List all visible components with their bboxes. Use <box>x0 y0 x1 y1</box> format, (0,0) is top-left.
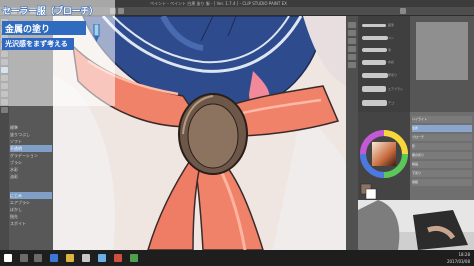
secondary-tool-column <box>346 16 358 250</box>
layer-row[interactable]: 下塗り <box>412 170 472 177</box>
brush-preset[interactable] <box>362 48 387 52</box>
layer-row[interactable]: 服の塗り <box>412 152 472 159</box>
app-icon[interactable] <box>82 254 90 262</box>
overlay-subtitle-box: 金属の塗り <box>2 21 86 35</box>
overlay-caption-box: 光沢感をまず考える <box>2 38 74 50</box>
layer-row[interactable]: 影 <box>412 143 472 150</box>
brush-preset-label: 筆 <box>388 48 392 52</box>
subtool-item[interactable]: 塗りつぶし <box>10 131 52 138</box>
brush-preset-label: 厚塗り <box>388 73 398 77</box>
search-icon[interactable] <box>20 254 28 262</box>
webcam-image <box>358 200 474 250</box>
navigator-panel <box>410 16 474 112</box>
brush-preset-label: デコ <box>388 101 395 105</box>
brush-preset-label: エアブラシ <box>388 87 403 91</box>
brush-preset[interactable] <box>362 60 386 65</box>
subtool-item[interactable]: ソフト <box>10 138 52 145</box>
text-tool-icon[interactable] <box>1 107 8 113</box>
start-icon[interactable] <box>4 254 12 262</box>
brush-preset-label: 鉛筆 <box>388 23 395 27</box>
brush-preset[interactable] <box>362 100 387 106</box>
zoom-out-icon[interactable] <box>118 8 124 14</box>
subtool-item[interactable]: にじみ <box>10 192 52 199</box>
app-icon[interactable] <box>130 254 138 262</box>
taskbar-clock[interactable]: 18:28 2017/03/08 <box>447 251 470 265</box>
overlay-title: セーラー服（ブローチ） <box>1 6 98 17</box>
subtool-item[interactable]: ブラシ <box>10 159 52 166</box>
subtool-item[interactable]: グラデーション <box>10 152 52 159</box>
layer-row[interactable]: 用紙 <box>412 179 472 186</box>
brush-preset-label: ペン <box>388 36 395 40</box>
panel-toggle-icon[interactable] <box>348 46 356 52</box>
color-wheel-panel <box>358 112 410 200</box>
clock-time: 18:28 <box>458 252 470 257</box>
clip-studio-icon[interactable] <box>98 254 106 262</box>
webcam-feed <box>358 200 474 250</box>
color-wheel[interactable] <box>358 112 410 200</box>
subtool-item[interactable]: 指先 <box>10 213 52 220</box>
subtool-item[interactable]: エアブラシ <box>10 199 52 206</box>
windows-taskbar: 18:28 2017/03/08 <box>0 250 474 266</box>
brush-preset[interactable] <box>362 73 388 78</box>
panel-toggle-icon[interactable] <box>348 38 356 44</box>
subtool-item-selected[interactable]: 不透明 <box>10 145 52 152</box>
panel-toggle-icon[interactable] <box>348 62 356 68</box>
panel-toggle-icon[interactable] <box>348 22 356 28</box>
panel-toggle-icon[interactable] <box>348 30 356 36</box>
window-title: ペイント - ペイント 白黒 塗り 服 - [ Ver. 1.7.4 ] - C… <box>150 1 287 6</box>
subtool-item[interactable]: スポイト <box>10 220 52 227</box>
app-icon[interactable] <box>114 254 122 262</box>
overlay-subtitle: 金属の塗り <box>5 25 51 35</box>
layer-panel: ハイライト 金属 ブローチ 影 服の塗り 線画 下塗り 用紙 <box>410 112 474 200</box>
subtool-item[interactable]: 標準 <box>10 124 52 131</box>
brush-size-panel: 鉛筆 ペン 筆 水彩 厚塗り エアブラシ デコ <box>358 16 410 112</box>
settings-icon[interactable] <box>400 8 406 14</box>
navigator-thumbnail[interactable] <box>416 22 468 80</box>
layer-row-selected[interactable]: 金属 <box>412 125 472 132</box>
tutorial-overlay: セーラー服（ブローチ） 金属の塗り 光沢感をまず考える <box>0 0 115 106</box>
clip-studio-window: ペイント - ペイント 白黒 塗り 服 - [ Ver. 1.7.4 ] - C… <box>0 0 474 250</box>
task-view-icon[interactable] <box>34 254 42 262</box>
subtool-item[interactable]: ぼかし <box>10 206 52 213</box>
layer-row[interactable]: ハイライト <box>412 116 472 123</box>
layer-row[interactable]: ブローチ <box>412 134 472 141</box>
clock-date: 2017/03/08 <box>446 259 470 264</box>
brush-preset[interactable] <box>362 24 386 27</box>
overlay-caption: 光沢感をまず考える <box>5 40 68 48</box>
brush-preset[interactable] <box>362 36 388 40</box>
browser-icon[interactable] <box>50 254 58 262</box>
brush-preset-label: 水彩 <box>388 60 395 64</box>
layer-row[interactable]: 線画 <box>412 161 472 168</box>
subtool-item[interactable]: 水彩 <box>10 166 52 173</box>
panel-toggle-icon[interactable] <box>348 54 356 60</box>
pen-icon <box>93 24 100 42</box>
folder-icon[interactable] <box>66 254 74 262</box>
subtool-item[interactable]: 油彩 <box>10 173 52 180</box>
brush-preset[interactable] <box>362 86 386 92</box>
